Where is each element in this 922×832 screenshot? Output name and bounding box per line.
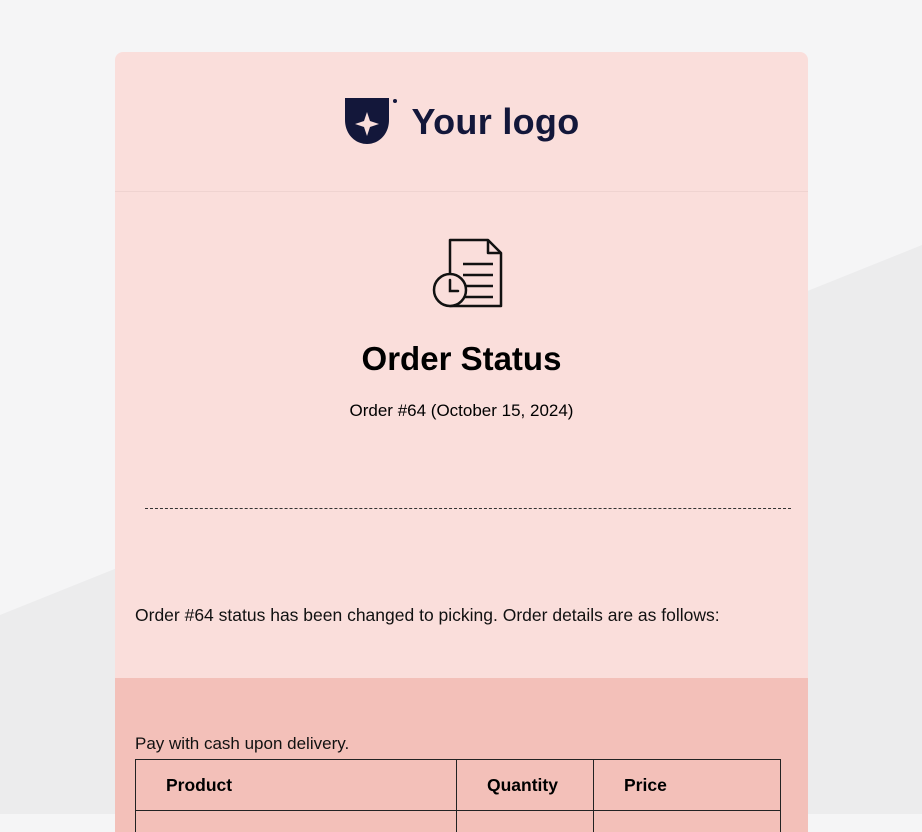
logo: Your logo [343,98,579,146]
order-document-clock-icon [431,238,503,312]
page-title: Order Status [115,340,808,378]
email-header: Your logo [115,52,808,192]
order-subtitle: Order #64 (October 15, 2024) [115,401,808,421]
email-card: Your logo Order Status Order #64 (Octobe… [115,52,808,832]
table-header-row: Product Quantity Price [136,760,781,811]
logo-icon [343,98,399,146]
order-items-table: Product Quantity Price [135,759,781,832]
payment-note: Pay with cash upon delivery. [135,734,349,754]
column-header-price: Price [594,760,781,811]
logo-text: Your logo [411,101,579,143]
column-header-product: Product [136,760,457,811]
status-message: Order #64 status has been changed to pic… [135,605,720,626]
order-details-section: Pay with cash upon delivery. Product Qua… [115,678,808,832]
dashed-divider [145,508,791,509]
column-header-quantity: Quantity [457,760,594,811]
hero-section: Order Status Order #64 (October 15, 2024… [115,192,808,492]
